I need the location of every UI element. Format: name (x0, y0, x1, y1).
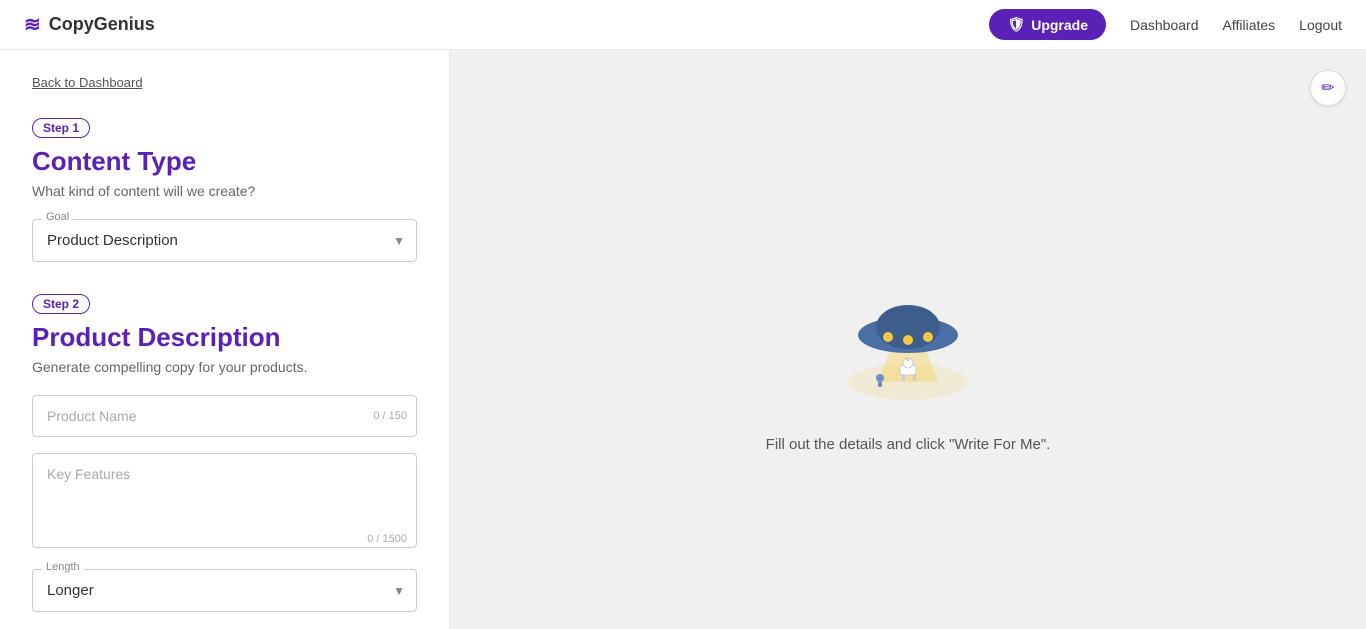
step2-section: Step 2 Product Description Generate comp… (32, 294, 417, 612)
left-panel: Back to Dashboard Step 1 Content Type Wh… (0, 50, 450, 629)
upgrade-button[interactable]: 🛡 Upgrade (989, 9, 1106, 40)
key-features-textarea[interactable] (32, 453, 417, 548)
dashboard-link[interactable]: Dashboard (1130, 17, 1199, 33)
logo-icon: ≋ (24, 12, 41, 37)
product-name-row: 0 / 150 (32, 395, 417, 437)
length-field-wrapper: Length Short Medium Longer ▼ (32, 569, 417, 612)
right-panel: ✏ (450, 50, 1366, 629)
affiliates-link[interactable]: Affiliates (1223, 17, 1276, 33)
key-features-row: 0 / 1500 (32, 453, 417, 553)
shield-icon: 🛡 (1007, 16, 1025, 33)
main-layout: Back to Dashboard Step 1 Content Type Wh… (0, 50, 1366, 629)
upgrade-label: Upgrade (1031, 17, 1088, 33)
step2-badge: Step 2 (32, 294, 90, 314)
length-label: Length (42, 561, 84, 573)
goal-field-wrapper: Goal Product Description Blog Post Socia… (32, 219, 417, 262)
step1-title: Content Type (32, 146, 417, 177)
back-to-dashboard-link[interactable]: Back to Dashboard (32, 75, 143, 90)
step1-section: Step 1 Content Type What kind of content… (32, 118, 417, 262)
step1-badge: Step 1 (32, 118, 90, 138)
logout-link[interactable]: Logout (1299, 17, 1342, 33)
empty-state-text: Fill out the details and click "Write Fo… (766, 436, 1051, 453)
ufo-illustration (808, 227, 1008, 412)
logo-text: CopyGenius (49, 14, 155, 35)
product-name-char-count: 0 / 150 (373, 410, 407, 422)
edit-icon: ✏ (1321, 78, 1334, 98)
ufo-svg (808, 227, 1008, 407)
header-nav: 🛡 Upgrade Dashboard Affiliates Logout (989, 9, 1342, 40)
step2-subtitle: Generate compelling copy for your produc… (32, 359, 417, 375)
goal-select[interactable]: Product Description Blog Post Social Med… (32, 219, 417, 262)
product-name-input[interactable] (32, 395, 417, 437)
step1-subtitle: What kind of content will we create? (32, 183, 417, 199)
header: ≋ CopyGenius 🛡 Upgrade Dashboard Affilia… (0, 0, 1366, 50)
goal-label: Goal (42, 211, 73, 223)
step2-title: Product Description (32, 322, 417, 353)
key-features-char-count: 0 / 1500 (367, 533, 407, 545)
edit-button[interactable]: ✏ (1310, 70, 1346, 106)
logo: ≋ CopyGenius (24, 12, 155, 37)
length-select[interactable]: Short Medium Longer (32, 569, 417, 612)
length-section: Length Short Medium Longer ▼ (32, 569, 417, 612)
